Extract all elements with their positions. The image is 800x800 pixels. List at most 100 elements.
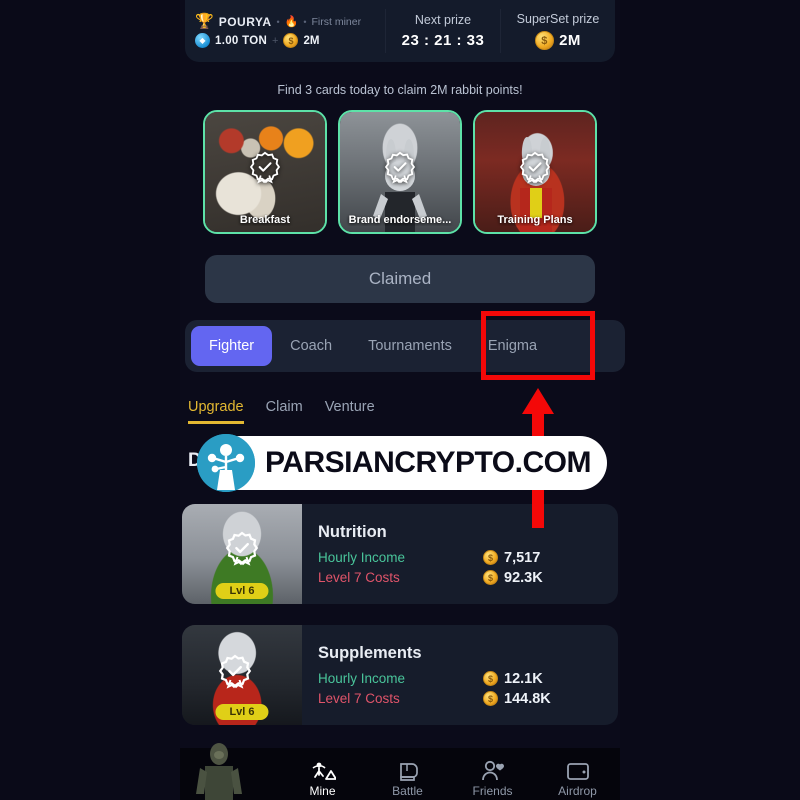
item-details: Supplements Hourly Income $ 12.1K Level … xyxy=(302,625,618,725)
item-income-stat: Hourly Income $ 12.1K xyxy=(318,671,604,687)
item-thumbnail: Lvl 6 xyxy=(182,625,302,725)
item-details: Nutrition Hourly Income $ 7,517 Level 7 … xyxy=(302,504,618,604)
next-prize-cell[interactable]: Next prize 23 : 21 : 33 xyxy=(386,0,500,62)
income-value-group: $ 7,517 xyxy=(483,550,540,566)
gold-coin-icon: $ xyxy=(535,31,555,50)
verified-badge-icon xyxy=(218,654,251,689)
claimed-button-label: Claimed xyxy=(368,269,432,288)
trophy-icon: 🏆 xyxy=(195,13,214,30)
subtab-label: Venture xyxy=(324,399,375,415)
annotation-highlight-box xyxy=(481,311,595,380)
mine-pickaxe-icon xyxy=(312,762,336,780)
superset-prize-label: SuperSet prize xyxy=(516,12,600,26)
income-value: 7,517 xyxy=(504,549,541,566)
separator-dot: • xyxy=(276,16,280,27)
income-value: 12.1K xyxy=(504,670,543,687)
nav-label: Mine xyxy=(309,784,336,798)
player-rank-label: First miner xyxy=(311,15,362,28)
subtab-claim[interactable]: Claim xyxy=(266,399,303,421)
nav-items: Mine Battle Friends Airdrop xyxy=(280,748,620,800)
item-cost-stat: Level 7 Costs $ 92.3K xyxy=(318,570,604,586)
claimed-button[interactable]: Claimed xyxy=(205,255,595,303)
watermark-text: PARSIANCRYPTO.COM xyxy=(213,436,607,490)
cost-value-group: $ 144.8K xyxy=(483,691,551,707)
tab-fighter[interactable]: Fighter xyxy=(191,326,273,366)
verified-badge-icon xyxy=(384,151,416,184)
nav-label: Friends xyxy=(472,784,513,798)
parsiancrypto-logo-icon xyxy=(197,434,255,492)
coin-amount: 2M xyxy=(303,34,320,47)
cost-value: 144.8K xyxy=(504,690,551,707)
item-level-badge: Lvl 6 xyxy=(215,583,269,599)
superset-prize-cell[interactable]: SuperSet prize $ 2M xyxy=(501,0,615,62)
daily-card[interactable]: Breakfast xyxy=(203,110,327,234)
daily-cards-row: Breakfast Brand endorseme... Training Pl… xyxy=(203,110,597,234)
tab-label: Coach xyxy=(290,338,333,354)
cost-value-group: $ 92.3K xyxy=(483,570,543,586)
daily-card[interactable]: Training Plans xyxy=(473,110,597,234)
watermark: PARSIANCRYPTO.COM xyxy=(197,434,607,492)
superset-prize-value-row: $ 2M xyxy=(535,31,581,50)
card-label: Training Plans xyxy=(497,214,573,226)
gold-coin-icon: $ xyxy=(483,550,498,565)
item-thumbnail: Lvl 6 xyxy=(182,504,302,604)
find-cards-headline: Find 3 cards today to claim 2M rabbit po… xyxy=(277,83,523,97)
daily-card[interactable]: Brand endorseme... xyxy=(338,110,462,234)
cost-value: 92.3K xyxy=(504,569,543,586)
gold-coin-icon: $ xyxy=(483,671,498,686)
separator-dot: • xyxy=(303,16,307,27)
card-label: Brand endorseme... xyxy=(348,214,452,226)
fire-icon: 🔥 xyxy=(284,16,299,28)
cost-label: Level 7 Costs xyxy=(318,691,400,706)
wallet-icon xyxy=(566,763,589,780)
tab-label: Tournaments xyxy=(368,338,452,354)
superset-prize-value: 2M xyxy=(559,32,581,49)
friends-icon xyxy=(481,760,504,781)
player-username: POURYA xyxy=(218,14,272,29)
tab-label: Fighter xyxy=(209,338,255,354)
app-root: 🏆 POURYA • 🔥 • First miner ◆ 1.00 TON + … xyxy=(0,0,800,800)
income-label: Hourly Income xyxy=(318,550,406,565)
subtab-label: Claim xyxy=(265,399,303,415)
sub-tab-bar: Upgrade Claim Venture xyxy=(188,399,375,424)
ton-amount: 1.00 TON xyxy=(215,34,268,47)
income-value-group: $ 12.1K xyxy=(483,671,543,687)
gold-coin-icon: $ xyxy=(283,33,299,48)
nav-item-airdrop[interactable]: Airdrop xyxy=(535,748,620,800)
subtab-venture[interactable]: Venture xyxy=(325,399,375,421)
player-identity-row: 🏆 POURYA • 🔥 • First miner xyxy=(195,14,385,29)
subtab-upgrade[interactable]: Upgrade xyxy=(188,399,244,424)
tab-coach[interactable]: Coach xyxy=(272,326,350,366)
nav-label: Airdrop xyxy=(558,784,597,798)
upgrade-item-row[interactable]: Lvl 6 Supplements Hourly Income $ 12.1K … xyxy=(182,625,618,725)
card-label: Breakfast xyxy=(239,214,291,226)
verified-badge-icon xyxy=(225,531,259,566)
verified-badge-icon xyxy=(519,151,551,184)
player-balance-row: ◆ 1.00 TON + $ 2M xyxy=(195,33,385,48)
nav-item-mine[interactable]: Mine xyxy=(280,748,365,800)
bottom-navigation: Mine Battle Friends Airdrop xyxy=(180,743,620,800)
item-income-stat: Hourly Income $ 7,517 xyxy=(318,550,604,566)
tab-tournaments[interactable]: Tournaments xyxy=(350,326,470,366)
gold-coin-icon: $ xyxy=(483,691,498,706)
nav-item-friends[interactable]: Friends xyxy=(450,748,535,800)
verified-badge-icon xyxy=(249,151,281,184)
player-avatar[interactable] xyxy=(188,742,250,800)
item-level-badge: Lvl 6 xyxy=(215,704,269,720)
plus-separator: + xyxy=(272,34,279,47)
gold-coin-icon: $ xyxy=(483,570,498,585)
player-summary[interactable]: 🏆 POURYA • 🔥 • First miner ◆ 1.00 TON + … xyxy=(185,0,385,62)
logo-glyph xyxy=(197,434,255,492)
ton-coin-icon: ◆ xyxy=(195,33,210,48)
next-prize-timer: 23 : 21 : 33 xyxy=(401,32,485,49)
next-prize-label: Next prize xyxy=(414,13,472,27)
item-cost-stat: Level 7 Costs $ 144.8K xyxy=(318,691,604,707)
top-status-bar: 🏆 POURYA • 🔥 • First miner ◆ 1.00 TON + … xyxy=(185,0,615,62)
nav-item-battle[interactable]: Battle xyxy=(365,748,450,800)
item-name: Nutrition xyxy=(318,522,387,541)
income-label: Hourly Income xyxy=(318,671,406,686)
nav-label: Battle xyxy=(392,784,423,798)
cost-label: Level 7 Costs xyxy=(318,570,400,585)
boxing-glove-icon xyxy=(399,763,418,781)
subtab-label: Upgrade xyxy=(188,399,244,415)
